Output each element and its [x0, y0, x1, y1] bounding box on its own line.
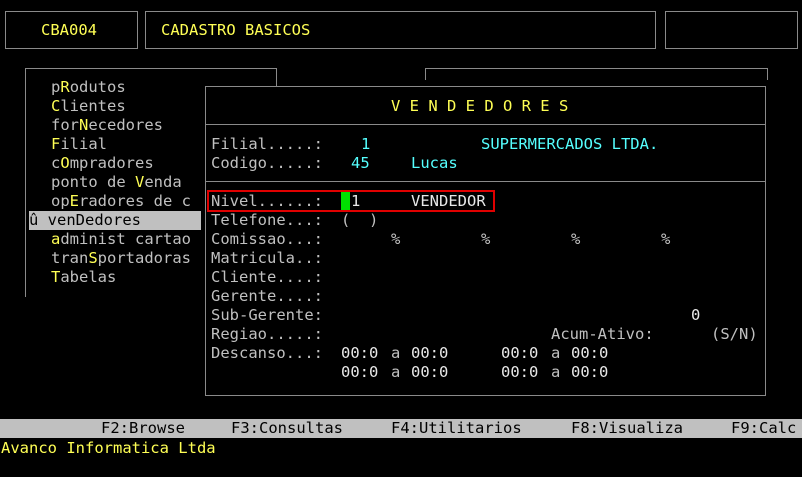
matricula-label: Matricula..:	[211, 249, 323, 267]
descanso-start-2[interactable]: 00:0	[501, 344, 538, 363]
comissao-label: Comissao...:	[211, 230, 323, 248]
descanso-start-4[interactable]: 00:0	[501, 363, 538, 382]
menu-item-compradores[interactable]: cOmpradores	[51, 154, 154, 173]
descanso-sep: a	[391, 344, 401, 362]
f3-consultas-key[interactable]: F3:Consultas	[231, 419, 343, 438]
f8-visualiza-key[interactable]: F8:Visualiza	[571, 419, 683, 438]
descanso-sep: a	[391, 363, 401, 381]
selection-marker-icon: û	[29, 211, 48, 229]
codigo-name: Lucas	[411, 154, 458, 172]
descanso-end-1[interactable]: 00:0	[411, 344, 448, 363]
telefone-label: Telefone...:	[211, 211, 323, 229]
subgerente-label: Sub-Gerente:	[211, 306, 323, 324]
menu-item-filial[interactable]: Filial	[51, 135, 107, 154]
descanso-sep: a	[551, 344, 561, 362]
regiao-label: Regiao.....:	[211, 325, 323, 343]
menu-item-produtos[interactable]: pRodutos	[51, 78, 126, 97]
descanso-end-4[interactable]: 00:0	[571, 363, 608, 382]
comissao-field-4[interactable]: %	[661, 230, 670, 249]
descanso-sep: a	[551, 363, 561, 381]
menu-item-administ-cartao[interactable]: administ cartao	[51, 230, 191, 249]
right-frame	[425, 68, 768, 80]
menu-item-ponto-de-venda[interactable]: ponto de Venda	[51, 173, 182, 192]
descanso-end-2[interactable]: 00:0	[571, 344, 608, 363]
filial-name: SUPERMERCADOS LTDA.	[481, 135, 659, 153]
divider	[206, 124, 765, 125]
filial-value[interactable]: 1	[361, 135, 370, 154]
codigo-label: Codigo.....:	[211, 154, 323, 172]
f2-browse-key[interactable]: F2:Browse	[101, 419, 185, 438]
f4-utilitarios-key[interactable]: F4:Utilitarios	[391, 419, 522, 438]
menu-item-fornecedores[interactable]: forNecedores	[51, 116, 163, 135]
company-name: Avanco Informatica Ltda	[1, 439, 216, 457]
menu-item-clientes[interactable]: Clientes	[51, 97, 126, 116]
comissao-field-3[interactable]: %	[571, 230, 580, 249]
descanso-start-1[interactable]: 00:0	[341, 344, 378, 363]
telefone-field[interactable]: ( )	[341, 211, 378, 230]
comissao-field-1[interactable]: %	[391, 230, 400, 249]
window-title: V E N D E D O R E S	[391, 97, 569, 115]
menu-item-tabelas[interactable]: Tabelas	[51, 268, 116, 287]
gerente-label: Gerente....:	[211, 287, 323, 305]
menu-item-vendedores[interactable]: û venDedores	[29, 211, 201, 230]
filial-label: Filial.....:	[211, 135, 323, 153]
cliente-label: Cliente....:	[211, 268, 323, 286]
menu-item-operadores[interactable]: opEradores de c	[51, 192, 191, 211]
divider	[206, 181, 765, 182]
subgerente-field[interactable]: 0	[691, 306, 700, 325]
comissao-field-2[interactable]: %	[481, 230, 490, 249]
f9-calc-key[interactable]: F9:Calc	[731, 419, 796, 438]
descanso-label: Descanso...:	[211, 344, 323, 362]
nivel-description: VENDEDOR	[411, 192, 486, 210]
acum-ativo-hint: (S/N)	[711, 325, 758, 343]
nivel-field[interactable]: 1	[351, 192, 360, 211]
function-key-bar: F2:Browse F3:Consultas F4:Utilitarios F8…	[0, 419, 802, 438]
menu-item-transportadoras[interactable]: tranSportadoras	[51, 249, 191, 268]
text-cursor	[341, 192, 350, 210]
acum-ativo-label: Acum-Ativo:	[551, 325, 654, 343]
descanso-end-3[interactable]: 00:0	[411, 363, 448, 382]
program-code: CBA004	[41, 21, 97, 39]
codigo-value[interactable]: 45	[351, 154, 370, 173]
descanso-start-3[interactable]: 00:0	[341, 363, 378, 382]
nivel-label: Nivel......:	[211, 192, 323, 210]
screen-title: CADASTRO BASICOS	[161, 21, 311, 39]
header-right-box	[665, 11, 798, 49]
